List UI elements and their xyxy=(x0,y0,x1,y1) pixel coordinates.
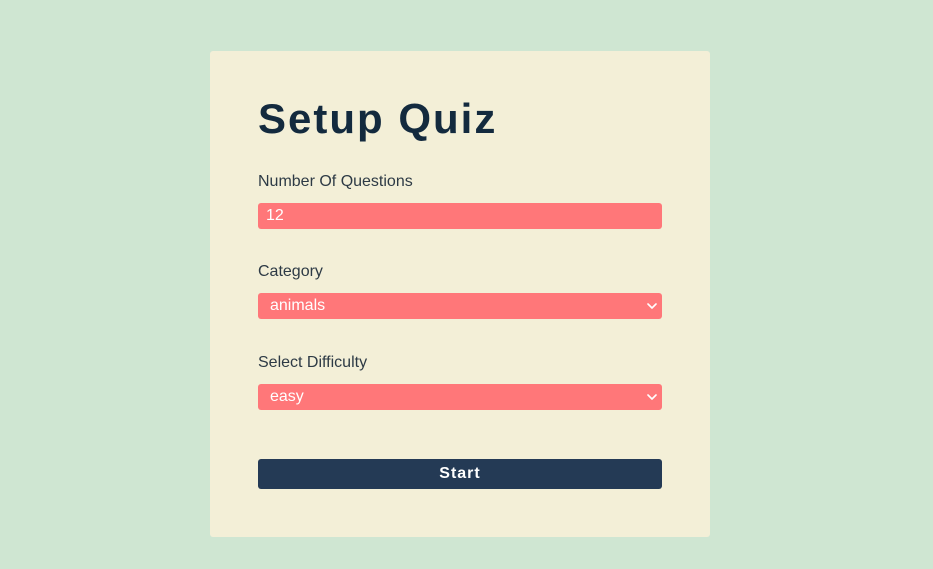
chevron-down-icon xyxy=(646,300,658,312)
page-title: Setup Quiz xyxy=(258,95,498,142)
setup-quiz-card: Setup Quiz Number Of Questions 12 Catego… xyxy=(210,51,710,537)
category-label: Category xyxy=(258,263,323,280)
difficulty-label: Select Difficulty xyxy=(258,354,368,371)
questions-input[interactable]: 12 xyxy=(258,203,662,229)
category-selected-value: animals xyxy=(270,297,326,314)
chevron-down-icon xyxy=(646,391,658,403)
category-select[interactable]: animals xyxy=(258,293,662,319)
difficulty-selected-value: easy xyxy=(270,388,304,405)
difficulty-select[interactable]: easy xyxy=(258,384,662,410)
start-button[interactable]: Start xyxy=(258,459,662,489)
questions-label: Number Of Questions xyxy=(258,173,413,190)
questions-value: 12 xyxy=(266,207,284,224)
